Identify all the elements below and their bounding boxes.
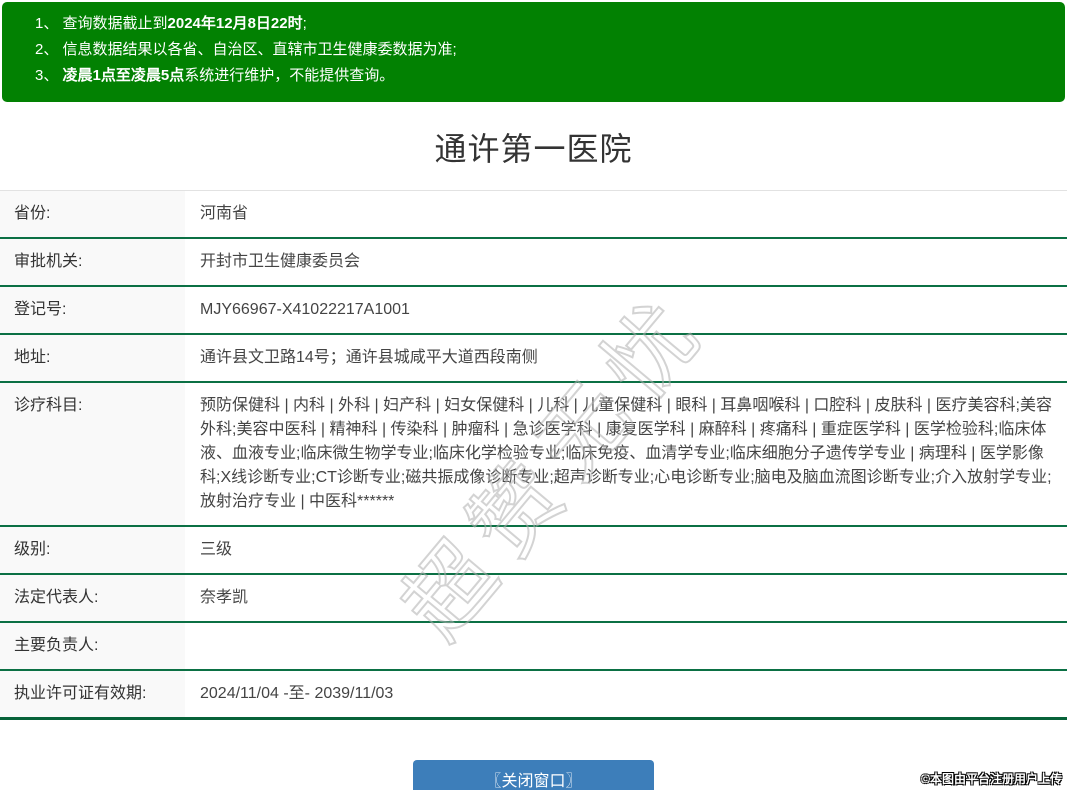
notice-banner: 1、 查询数据截止到2024年12月8日22时; 2、 信息数据结果以各省、自治… [2, 2, 1065, 102]
row-label: 审批机关: [0, 239, 185, 285]
table-row-legal-representative: 法定代表人: 奈孝凯 [0, 575, 1067, 623]
notice-line-2: 2、 信息数据结果以各省、自治区、直辖市卫生健康委数据为准; [2, 37, 1065, 63]
row-label: 主要负责人: [0, 623, 185, 669]
row-value: 预防保健科 | 内科 | 外科 | 妇产科 | 妇女保健科 | 儿科 | 儿童保… [200, 397, 1052, 510]
table-row-province: 省份: 河南省 [0, 191, 1067, 239]
row-label: 法定代表人: [0, 575, 185, 621]
row-label: 级别: [0, 527, 185, 573]
upload-note: ©本图由平台注册用户上传 [921, 772, 1062, 786]
table-row-level: 级别: 三级 [0, 527, 1067, 575]
notice-line-1-post: ; [302, 15, 307, 32]
notice-line-2-pre: 2、 信息数据结果以各省、自治区、直辖市卫生健康委数据为准; [35, 41, 457, 58]
page-title: 通许第一医院 [434, 131, 633, 167]
row-value: 奈孝凯 [200, 589, 249, 606]
notice-line-3-pre: 3、 [35, 67, 63, 84]
button-bar: 〖关闭窗口〗 [0, 760, 1067, 790]
table-row-approval-authority: 审批机关: 开封市卫生健康委员会 [0, 239, 1067, 287]
notice-line-1-bold: 2024年12月8日22时 [167, 15, 303, 32]
notice-line-1: 1、 查询数据截止到2024年12月8日22时; [2, 11, 1065, 37]
row-label: 省份: [0, 191, 185, 237]
row-label: 登记号: [0, 287, 185, 333]
table-row-main-responsible-person: 主要负责人: [0, 623, 1067, 671]
table-row-license-validity: 执业许可证有效期: 2024/11/04 -至- 2039/11/03 [0, 671, 1067, 717]
row-value: 开封市卫生健康委员会 [200, 253, 361, 270]
hospital-info-table: 省份: 河南省 审批机关: 开封市卫生健康委员会 登记号: MJY66967-X… [0, 190, 1067, 720]
row-label: 地址: [0, 335, 185, 381]
row-value: 2024/11/04 -至- 2039/11/03 [200, 685, 394, 702]
row-value: 河南省 [200, 205, 249, 222]
table-row-registration-number: 登记号: MJY66967-X41022217A1001 [0, 287, 1067, 335]
notice-line-3-bold: 凌晨1点至凌晨5点 [62, 67, 185, 84]
notice-line-3: 3、 凌晨1点至凌晨5点系统进行维护，不能提供查询。 [2, 63, 1065, 89]
row-value [185, 623, 1067, 669]
table-row-medical-subjects: 诊疗科目: 预防保健科 | 内科 | 外科 | 妇产科 | 妇女保健科 | 儿科… [0, 383, 1067, 527]
row-label: 诊疗科目: [0, 383, 185, 525]
close-window-button[interactable]: 〖关闭窗口〗 [413, 760, 654, 790]
row-value: 通许县文卫路14号；通许县城咸平大道西段南侧 [200, 349, 538, 366]
row-value: 三级 [200, 541, 233, 558]
notice-line-3-post: 系统进行维护，不能提供查询。 [184, 67, 395, 84]
table-row-address: 地址: 通许县文卫路14号；通许县城咸平大道西段南侧 [0, 335, 1067, 383]
notice-line-1-pre: 1、 查询数据截止到 [35, 15, 168, 32]
row-value: MJY66967-X41022217A1001 [200, 301, 410, 318]
row-label: 执业许可证有效期: [0, 671, 185, 717]
